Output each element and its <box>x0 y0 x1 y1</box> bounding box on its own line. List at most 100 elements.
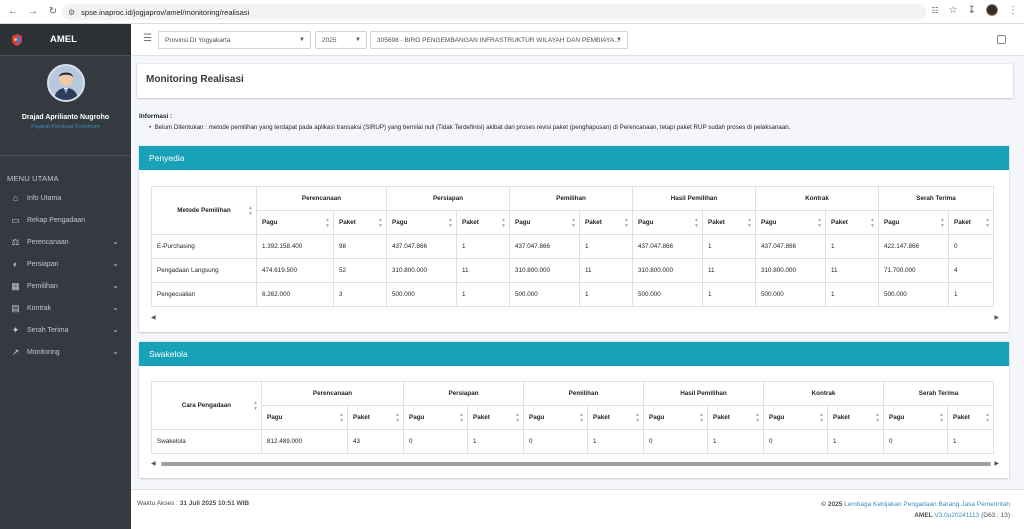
build-info: (D63 : 13) <box>979 512 1010 519</box>
scroll-right-icon[interactable]: ▶ <box>994 314 999 321</box>
pagu-col-header[interactable]: Pagu ▲ ▼ <box>509 210 580 235</box>
sidebar-item-rekap-pengadaan[interactable]: ▭ Rekap Pengadaan <box>0 209 131 231</box>
sidebar-item-monitoring[interactable]: ↗ Monitoring ⌄ <box>0 341 131 363</box>
brand[interactable]: AMEL <box>0 24 131 56</box>
pagu-col-header[interactable]: Pagu ▲ ▼ <box>755 210 826 235</box>
table-cell: 1 <box>456 282 510 307</box>
sidebar-item-serah-terima[interactable]: ✦ Serah Terima ⌄ <box>0 319 131 341</box>
more-menu-icon[interactable]: ⋮ <box>1008 5 1018 16</box>
first-col-header[interactable]: Cara Pengadaan ▲ ▼ <box>151 381 262 430</box>
paket-col-header[interactable]: Paket ▲ ▼ <box>827 405 884 430</box>
fullscreen-checkbox[interactable] <box>997 35 1006 44</box>
info-title: Informasi : <box>139 113 173 120</box>
table-cell: 500.000 <box>632 282 703 307</box>
paket-col-header[interactable]: Paket ▲ ▼ <box>948 210 994 235</box>
penyedia-scrollbar[interactable]: ◀ ▶ <box>151 314 999 322</box>
user-avatar[interactable] <box>46 64 85 102</box>
pagu-col-header[interactable]: Pagu ▲ ▼ <box>386 210 457 235</box>
pagu-col-header[interactable]: Pagu ▲ ▼ <box>643 405 708 430</box>
table-row: Pengecualian 6.262.000 3 500.000 1 500.000 1 50… <box>151 282 994 307</box>
pagu-col-header[interactable]: Pagu ▲ ▼ <box>256 210 334 235</box>
pagu-col-header[interactable]: Pagu ▲ ▼ <box>883 405 948 430</box>
sidebar-item-label: Info Utama <box>27 194 62 202</box>
app-name: AMEL <box>914 512 935 519</box>
table-cell: 1 <box>947 429 994 454</box>
paket-col-header[interactable]: Paket ▲ ▼ <box>825 210 879 235</box>
group-header: Hasil Pemilihan <box>632 186 756 211</box>
sort-icon: ▲ ▼ <box>395 411 400 424</box>
paket-col-header[interactable]: Paket ▲ ▼ <box>333 210 387 235</box>
access-time: 31 Juli 2025 10:51 WIB <box>179 500 250 507</box>
pagu-col-header[interactable]: Pagu ▲ ▼ <box>763 405 828 430</box>
table-cell: 1 <box>467 429 524 454</box>
download-icon[interactable]: ↧ <box>968 5 976 16</box>
access-label: Waktu Akses : <box>137 500 180 507</box>
paket-col-header[interactable]: Paket ▲ ▼ <box>347 405 404 430</box>
pagu-col-header[interactable]: Pagu ▲ ▼ <box>261 405 348 430</box>
bookmark-star-icon[interactable]: ☆ <box>949 5 958 16</box>
table-cell: 1 <box>579 282 633 307</box>
group-header: Perencanaan <box>256 186 387 211</box>
table-cell: 0 <box>763 429 828 454</box>
paket-col-header[interactable]: Paket ▲ ▼ <box>467 405 524 430</box>
group-header: Perencanaan <box>261 381 404 406</box>
pagu-col-header[interactable]: Pagu ▲ ▼ <box>403 405 468 430</box>
group-header: Pemilihan <box>509 186 633 211</box>
provinsi-select-value: Provinsi DI Yogyakarta <box>165 36 231 44</box>
table-cell: 1 <box>825 234 879 259</box>
sidebar-item-pemilihan[interactable]: ▦ Pemilihan ⌄ <box>0 275 131 297</box>
provinsi-select[interactable]: Provinsi DI Yogyakarta ▼ <box>158 31 311 49</box>
pagu-col-header[interactable]: Pagu ▲ ▼ <box>632 210 703 235</box>
reload-icon[interactable]: ↻ <box>46 5 60 19</box>
table-cell: 1 <box>587 429 644 454</box>
chevron-down-icon: ⌄ <box>112 347 119 356</box>
scroll-left-icon[interactable]: ◀ <box>151 314 156 321</box>
calendar-icon: ▦ <box>11 280 20 291</box>
footer-credits: © 2025 Lembaga Kebijakan Pengadaan Baran… <box>821 499 1010 521</box>
sidebar-item-info-utama[interactable]: ⌂ Info Utama <box>0 187 131 209</box>
table-cell: 310.800.000 <box>755 258 826 283</box>
org-link[interactable]: Lembaga Kebijakan Pengadaan Barang Jasa … <box>844 501 1010 508</box>
row-label: Swakelola <box>151 429 262 454</box>
chevron-down-icon: ⌄ <box>112 281 119 290</box>
paket-col-header[interactable]: Paket ▲ ▼ <box>702 210 756 235</box>
user-name: Drajad Aprilianto Nugroho <box>21 114 110 121</box>
sidebar-item-perencanaan[interactable]: ⚖ Perencanaan ⌄ <box>0 231 131 253</box>
sidebar-item-kontrak[interactable]: ▤ Kontrak ⌄ <box>0 297 131 319</box>
table-cell: 43 <box>347 429 404 454</box>
paket-col-header[interactable]: Paket ▲ ▼ <box>456 210 510 235</box>
paket-col-header[interactable]: Paket ▲ ▼ <box>707 405 764 430</box>
paket-col-header[interactable]: Paket ▲ ▼ <box>947 405 994 430</box>
sidebar-item-label: Pemilihan <box>27 282 58 290</box>
paket-col-header[interactable]: Paket ▲ ▼ <box>587 405 644 430</box>
scroll-right-icon[interactable]: ▶ <box>994 460 999 467</box>
first-col-header[interactable]: Metode Pemilihan ▲ ▼ <box>151 186 257 235</box>
group-header: Serah Terima <box>878 186 994 211</box>
hamburger-menu-icon[interactable]: ☰ <box>143 33 152 44</box>
satker-select[interactable]: 305698 - BIRO PENGEMBANGAN INFRASTRUKTUR… <box>370 31 628 49</box>
sort-icon: ▲ ▼ <box>248 204 253 217</box>
table-cell: 11 <box>825 258 879 283</box>
address-bar[interactable]: ⚙ spse.inaproc.id/jogjaprov/amel/monitor… <box>62 4 926 20</box>
scroll-left-icon[interactable]: ◀ <box>151 460 156 467</box>
forward-icon[interactable]: → <box>26 5 40 19</box>
translate-icon[interactable]: ☷ <box>931 6 938 15</box>
sidebar-item-persiapan[interactable]: ◐ Persiapan ⌄ <box>0 253 131 275</box>
back-icon[interactable]: ← <box>6 5 20 19</box>
profile-avatar[interactable] <box>986 4 998 16</box>
paket-col-header[interactable]: Paket ▲ ▼ <box>579 210 633 235</box>
sort-icon: ▲ ▼ <box>448 216 453 229</box>
pagu-col-header[interactable]: Pagu ▲ ▼ <box>523 405 588 430</box>
home-icon: ⌂ <box>12 193 19 203</box>
version-link[interactable]: V3.0u20241113 <box>934 512 979 519</box>
tahun-select[interactable]: 2025 ▼ <box>315 31 367 49</box>
site-info-icon[interactable]: ⚙ <box>68 8 75 17</box>
swakelola-header: Swakelola <box>139 342 1009 366</box>
pagu-col-header[interactable]: Pagu ▲ ▼ <box>878 210 949 235</box>
sidebar: AMEL Drajad Aprilianto Nugroho Pejabat P… <box>0 24 131 529</box>
scroll-thumb[interactable] <box>161 462 991 466</box>
table-cell: 0 <box>403 429 468 454</box>
main-content: Monitoring Realisasi Informasi : • Belum… <box>131 56 1024 529</box>
sort-icon: ▲ ▼ <box>940 216 945 229</box>
swakelola-scrollbar[interactable]: ◀ ▶ <box>151 460 999 468</box>
